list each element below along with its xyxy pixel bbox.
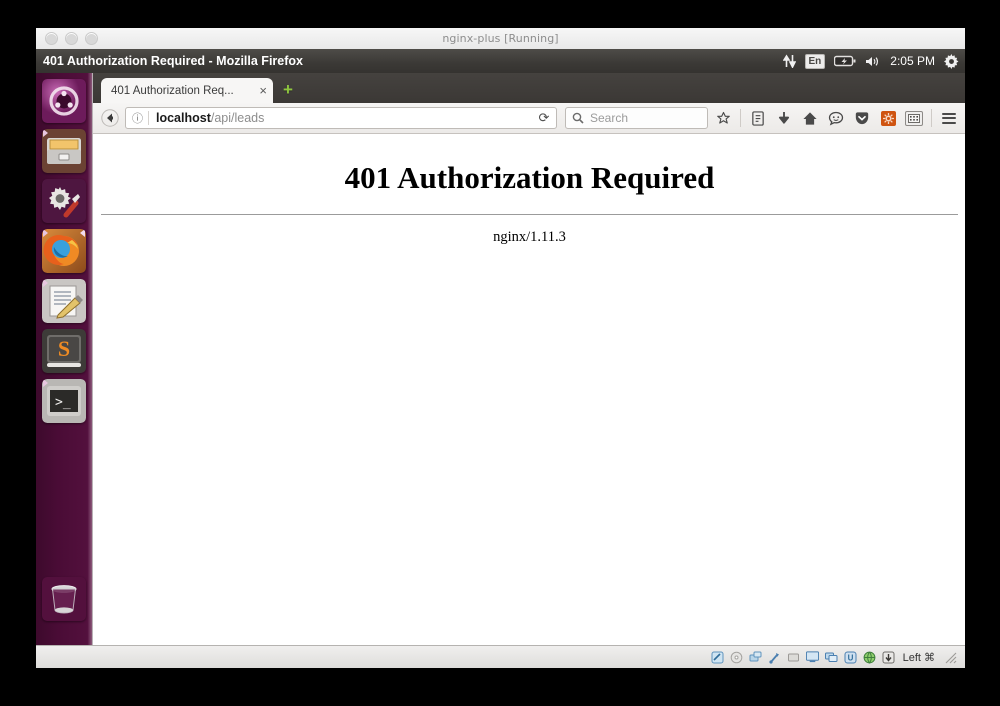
virtualbox-status-bar: U Left ⌘	[36, 645, 965, 668]
shared-folder-icon[interactable]	[787, 651, 800, 664]
page-info-icon[interactable]: ⓘ	[132, 110, 143, 126]
running-indicator	[43, 279, 48, 287]
running-indicator	[43, 129, 48, 137]
firefox-window: 401 Authorization Req... × + ⓘ localhost…	[92, 73, 965, 645]
keyboard-layout-indicator[interactable]: En	[804, 53, 826, 69]
active-app-indicator	[80, 229, 85, 237]
host-key-icon[interactable]	[882, 651, 895, 664]
url-separator	[148, 111, 149, 125]
download-icon[interactable]	[773, 107, 795, 129]
launcher-item-files[interactable]	[42, 129, 86, 173]
tab-label: 401 Authorization Req...	[111, 84, 234, 97]
host-window-title: nginx-plus [Running]	[442, 32, 559, 45]
launcher-item-text-editor[interactable]	[42, 279, 86, 323]
clock[interactable]: 2:05 PM	[890, 54, 935, 68]
unity-top-panel: 401 Authorization Required - Mozilla Fir…	[36, 49, 965, 73]
virtualbox-host-window: nginx-plus [Running] 401 Authorization R…	[36, 28, 965, 668]
tab-close-icon[interactable]: ×	[259, 83, 267, 98]
system-tray: En 2:05 PM	[782, 49, 959, 73]
running-indicator	[43, 379, 48, 387]
launcher-item-sublime-text[interactable]: S	[42, 329, 86, 373]
host-key-label: Left ⌘	[902, 651, 935, 664]
remote-desktop-icon[interactable]	[824, 651, 838, 664]
display-icon[interactable]	[805, 651, 819, 664]
hello-chat-icon[interactable]	[825, 107, 847, 129]
firefox-tab-bar: 401 Authorization Req... × +	[93, 73, 965, 103]
back-arrow-icon[interactable]	[99, 107, 121, 129]
resize-grip[interactable]	[945, 651, 957, 664]
launcher-item-system-settings[interactable]	[42, 179, 86, 223]
search-input[interactable]: Search	[565, 107, 708, 129]
page-title: 401 Authorization Required	[344, 160, 715, 195]
trash-icon[interactable]	[42, 577, 86, 621]
battery-icon[interactable]	[834, 55, 856, 67]
optical-disk-icon[interactable]	[730, 651, 743, 664]
url-path: /api/leads	[210, 111, 265, 125]
active-window-title: 401 Authorization Required - Mozilla Fir…	[43, 54, 303, 68]
running-indicator	[43, 229, 48, 237]
url-bar[interactable]: ⓘ localhost/api/leads ⟳	[125, 107, 557, 129]
addon-gray-icon[interactable]	[903, 107, 925, 129]
unity-launcher: S >_	[36, 73, 92, 645]
launcher-item-dash[interactable]	[42, 79, 86, 123]
host-titlebar: nginx-plus [Running]	[36, 28, 965, 50]
network-icon[interactable]	[749, 651, 762, 664]
hard-disk-icon[interactable]	[711, 651, 724, 664]
launcher-item-terminal[interactable]: >_	[42, 379, 86, 423]
vm-icon[interactable]: U	[844, 651, 857, 664]
search-icon	[572, 112, 584, 124]
svg-text:U: U	[847, 653, 853, 662]
reading-list-icon[interactable]	[747, 107, 769, 129]
menu-hamburger-icon[interactable]	[938, 107, 960, 129]
usb-icon[interactable]	[768, 651, 781, 664]
pocket-icon[interactable]	[851, 107, 873, 129]
reload-button[interactable]: ⟳	[534, 108, 554, 128]
page-divider	[101, 214, 958, 215]
home-icon[interactable]	[799, 107, 821, 129]
svg-text:S: S	[58, 336, 70, 361]
gear-icon[interactable]	[944, 53, 959, 69]
launcher-trash[interactable]	[36, 573, 92, 627]
network-updown-icon[interactable]	[782, 54, 796, 68]
url-host: localhost	[156, 111, 211, 125]
search-placeholder: Search	[590, 111, 629, 125]
server-signature: nginx/1.11.3	[493, 229, 566, 245]
screenshot-root: nginx-plus [Running] 401 Authorization R…	[0, 0, 1000, 706]
firefox-toolbar: ⓘ localhost/api/leads ⟳ Search	[93, 103, 965, 134]
browser-tab[interactable]: 401 Authorization Req... ×	[101, 78, 273, 103]
launcher-item-firefox[interactable]	[42, 229, 86, 273]
svg-text:>_: >_	[55, 395, 71, 410]
addon-orange-icon[interactable]	[877, 107, 899, 129]
guest-screen: 401 Authorization Required - Mozilla Fir…	[36, 49, 965, 645]
new-tab-button[interactable]: +	[283, 81, 293, 98]
page-content: 401 Authorization Required nginx/1.11.3	[93, 134, 965, 645]
toolbar-separator-2	[931, 109, 932, 127]
url-text: localhost/api/leads	[156, 111, 534, 125]
globe-icon[interactable]	[863, 651, 876, 664]
toolbar-separator	[740, 109, 741, 127]
bookmark-star-icon[interactable]	[712, 107, 734, 129]
volume-icon[interactable]	[865, 55, 881, 68]
